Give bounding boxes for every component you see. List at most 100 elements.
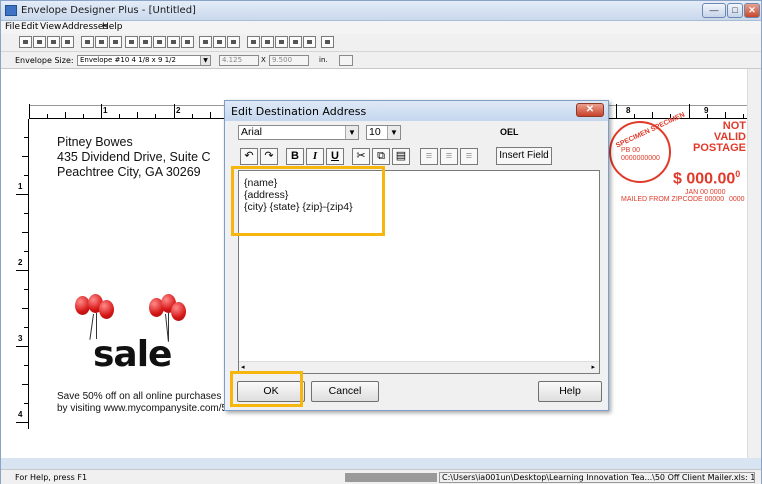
postage-line: 0000 xyxy=(729,196,745,203)
menu-file[interactable]: File xyxy=(5,22,20,32)
unit-label: in. xyxy=(319,56,328,64)
cut-icon[interactable]: ✂ xyxy=(352,148,370,165)
dialog-title: Edit Destination Address xyxy=(231,105,367,118)
ruler-tick xyxy=(16,270,28,271)
frame-icon[interactable] xyxy=(167,36,180,48)
open-icon[interactable] xyxy=(47,36,60,48)
status-bar: For Help, press F1 C:\Users\ia001un\Desk… xyxy=(1,469,761,484)
ruler-tick xyxy=(24,137,28,138)
envelope-height-field[interactable]: 9.500 xyxy=(269,55,309,66)
envelope-size-bar: Envelope Size: Envelope #10 4 1/8 x 9 1/… xyxy=(1,52,761,69)
minimize-button[interactable]: — xyxy=(702,3,726,18)
return-address-block[interactable]: Pitney Bowes 435 Dividend Drive, Suite C… xyxy=(57,135,211,180)
menu-help[interactable]: Help xyxy=(102,22,123,32)
times-sign: X xyxy=(261,56,266,64)
insert-field-button[interactable]: Insert Field xyxy=(496,147,552,165)
promo-text[interactable]: Save 50% off on all online purchases by … xyxy=(57,391,227,415)
image-box-icon[interactable] xyxy=(139,36,152,48)
highlight-box-address-fields xyxy=(231,166,385,236)
first-record-icon[interactable] xyxy=(247,36,260,48)
save-icon[interactable] xyxy=(61,36,74,48)
next-record-icon[interactable] xyxy=(275,36,288,48)
apply-size-button[interactable] xyxy=(339,55,353,66)
envelope-size-label: Envelope Size: xyxy=(15,56,74,65)
ruler-tick xyxy=(22,308,28,309)
ruler-tick xyxy=(174,104,175,118)
address-icon[interactable] xyxy=(33,36,46,48)
view-icon[interactable] xyxy=(199,36,212,48)
copy-icon[interactable] xyxy=(95,36,108,48)
ruler-label: 1 xyxy=(18,182,23,191)
ruler-label: 4 xyxy=(18,410,23,419)
ruler-tick xyxy=(65,112,66,118)
oel-icon[interactable]: OEL xyxy=(500,127,519,137)
ruler-tick xyxy=(16,194,28,195)
text-box-icon[interactable] xyxy=(125,36,138,48)
font-size-select[interactable]: 10 ▼ xyxy=(366,125,401,140)
ruler-tick xyxy=(16,422,28,423)
promo-line: by visiting www.mycompanysite.com/5 xyxy=(57,403,228,414)
ruler-tick xyxy=(22,384,28,385)
menu-bar: File Edit View Addresses Help xyxy=(1,21,761,34)
copy-icon[interactable]: ⧉ xyxy=(372,148,390,165)
italic-button[interactable]: I xyxy=(306,148,324,165)
chevron-down-icon: ▼ xyxy=(345,126,358,139)
ruler-tick xyxy=(24,403,28,404)
font-family-value: Arial xyxy=(241,126,263,138)
menu-edit[interactable]: Edit xyxy=(21,22,38,32)
chevron-down-icon: ▼ xyxy=(387,126,400,139)
close-button[interactable]: ✕ xyxy=(744,3,760,18)
promo-line: Save 50% off on all online purchases xyxy=(57,391,222,402)
status-file-path: C:\Users\ia001un\Desktop\Learning Innova… xyxy=(439,472,755,483)
not-valid-notice: NOT VALID POSTAGE xyxy=(693,120,746,154)
cut-icon[interactable] xyxy=(81,36,94,48)
ruler-tick xyxy=(210,112,211,118)
paste-icon[interactable] xyxy=(109,36,122,48)
ruler-tick xyxy=(24,213,28,214)
help-button[interactable]: Help xyxy=(538,381,602,402)
toolbar xyxy=(1,34,761,52)
ruler-tick xyxy=(101,104,102,118)
return-address-line: 435 Dividend Drive, Suite C xyxy=(57,150,211,164)
sale-graphic[interactable]: sale xyxy=(71,294,191,384)
align-right-icon[interactable]: ≡ xyxy=(460,148,478,165)
dialog-close-button[interactable]: ✕ xyxy=(576,103,604,117)
scroll-right-icon[interactable]: ▸ xyxy=(591,363,595,371)
envelope-size-select[interactable]: Envelope #10 4 1/8 x 9 1/2 ▼ xyxy=(77,55,211,66)
title-bar: Envelope Designer Plus - [Untitled] — □ … xyxy=(1,1,761,21)
cancel-button[interactable]: Cancel xyxy=(311,381,379,402)
ruler-label: 2 xyxy=(18,258,23,267)
postage-indicia[interactable]: SPECIMEN SPECIMEN NOT VALID POSTAGE $ 00… xyxy=(601,111,749,207)
vertical-scrollbar[interactable] xyxy=(747,69,761,458)
paste-icon[interactable]: ▤ xyxy=(392,148,410,165)
align-center-icon[interactable]: ≡ xyxy=(440,148,458,165)
edit-destination-address-dialog: Edit Destination Address ✕ Arial ▼ 10 ▼ … xyxy=(224,100,609,411)
preview-icon[interactable] xyxy=(227,36,240,48)
barcode-box-icon[interactable] xyxy=(153,36,166,48)
last-record-icon[interactable] xyxy=(289,36,302,48)
menu-view[interactable]: View xyxy=(40,22,61,32)
postage-amount-sup: 0 xyxy=(735,169,741,179)
new-icon[interactable] xyxy=(19,36,32,48)
indicia-icon[interactable] xyxy=(181,36,194,48)
font-family-select[interactable]: Arial ▼ xyxy=(238,125,359,140)
ruler-tick xyxy=(24,289,28,290)
redo-icon[interactable]: ↷ xyxy=(260,148,278,165)
ruler-tick xyxy=(616,104,617,118)
ruler-tick xyxy=(689,104,690,118)
envelope-width-field[interactable]: 4.125 xyxy=(219,55,259,66)
previous-record-icon[interactable] xyxy=(261,36,274,48)
undo-icon[interactable]: ↶ xyxy=(240,148,258,165)
return-address-line: Pitney Bowes xyxy=(57,135,133,149)
bold-button[interactable]: B xyxy=(286,148,304,165)
ruler-tick xyxy=(22,232,28,233)
zoom-icon[interactable] xyxy=(213,36,226,48)
ruler-tick xyxy=(24,251,28,252)
balloon-icon xyxy=(99,300,114,319)
align-left-icon[interactable]: ≡ xyxy=(420,148,438,165)
underline-button[interactable]: U xyxy=(326,148,344,165)
print-icon[interactable] xyxy=(321,36,334,48)
scroll-left-icon[interactable]: ◂ xyxy=(241,363,245,371)
maximize-button[interactable]: □ xyxy=(727,3,743,18)
table-icon[interactable] xyxy=(303,36,316,48)
